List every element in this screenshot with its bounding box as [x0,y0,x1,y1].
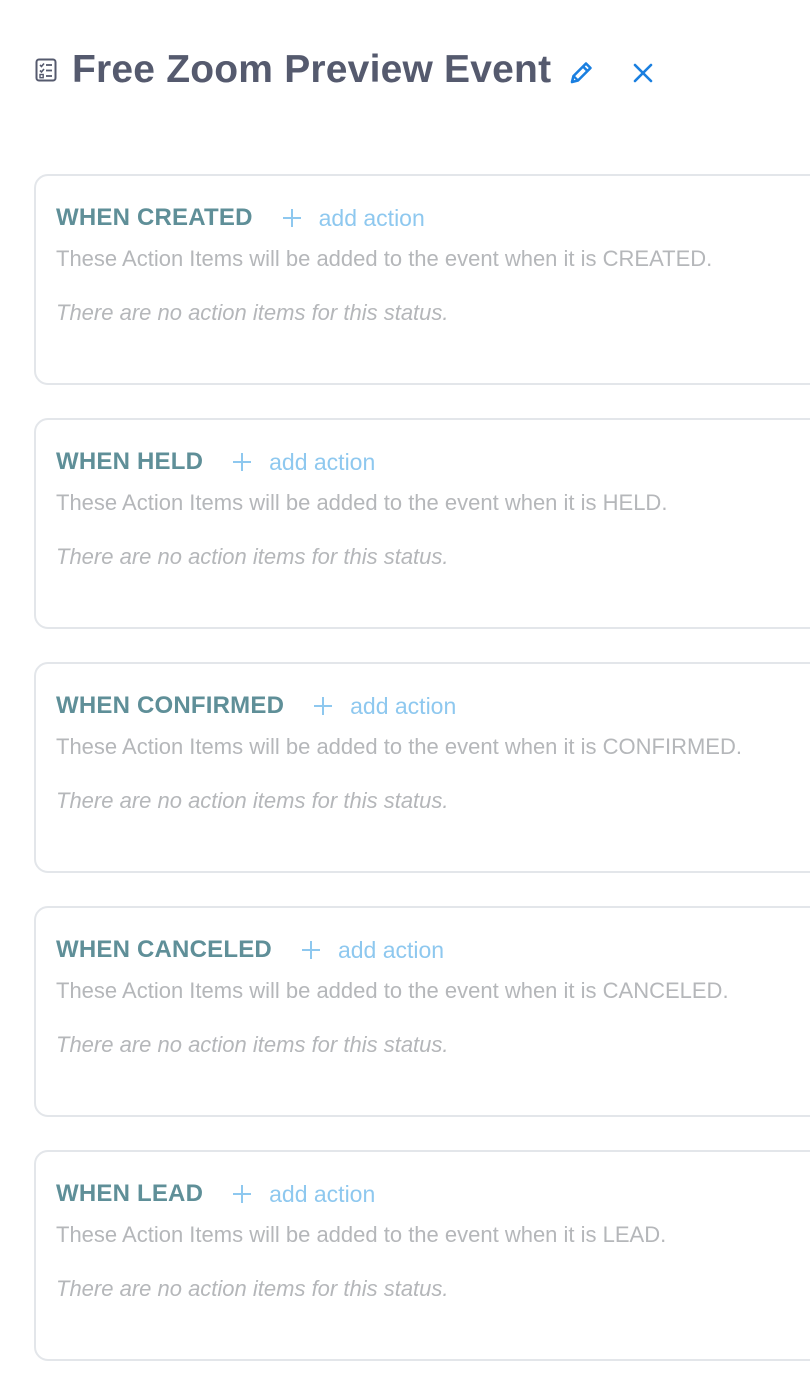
edit-button[interactable] [564,56,598,90]
pencil-icon [570,62,592,84]
close-icon [633,63,653,83]
status-card-lead: WHEN LEAD add action These Action Items … [34,1150,810,1361]
status-description: These Action Items will be added to the … [56,978,729,1003]
add-action-button[interactable]: add action [312,693,456,720]
status-label: WHEN CANCELED [56,936,272,963]
page-header: Free Zoom Preview Event [34,44,794,96]
add-action-button[interactable]: add action [231,1181,375,1208]
add-action-label: add action [337,936,445,963]
add-action-button[interactable]: add action [231,449,375,476]
empty-state-text: There are no action items for this statu… [56,788,449,813]
status-card-held: WHEN HELD add action These Action Items … [34,418,810,629]
close-button[interactable] [626,56,660,90]
add-action-button[interactable]: add action [300,937,444,964]
add-action-label: add action [318,204,425,231]
status-description: These Action Items will be added to the … [56,1222,667,1247]
add-action-label: add action [269,448,376,475]
status-card-canceled: WHEN CANCELED add action These Action It… [34,906,810,1117]
plus-icon [231,451,253,473]
status-description: These Action Items will be added to the … [56,490,668,515]
status-card-confirmed: WHEN CONFIRMED add action These Action I… [34,662,810,873]
status-card-list: WHEN CREATED add action These Action Ite… [34,174,810,1394]
status-label: WHEN LEAD [56,1180,204,1207]
empty-state-text: There are no action items for this statu… [56,1276,449,1301]
plus-icon [300,939,322,961]
status-card-created: WHEN CREATED add action These Action Ite… [34,174,810,385]
page-title: Free Zoom Preview Event [72,48,552,91]
status-description: These Action Items will be added to the … [56,246,713,271]
add-action-label: add action [350,692,457,719]
empty-state-text: There are no action items for this statu… [56,300,449,325]
status-label: WHEN CONFIRMED [56,692,285,719]
status-description: These Action Items will be added to the … [56,734,742,759]
status-label: WHEN HELD [56,448,204,475]
add-action-button[interactable]: add action [281,205,425,232]
status-label: WHEN CREATED [56,204,253,231]
empty-state-text: There are no action items for this statu… [56,1032,449,1057]
plus-icon [312,695,334,717]
add-action-label: add action [269,1180,376,1207]
plus-icon [231,1183,253,1205]
plus-icon [281,207,303,229]
empty-state-text: There are no action items for this statu… [56,544,449,569]
checklist-icon [34,58,58,82]
